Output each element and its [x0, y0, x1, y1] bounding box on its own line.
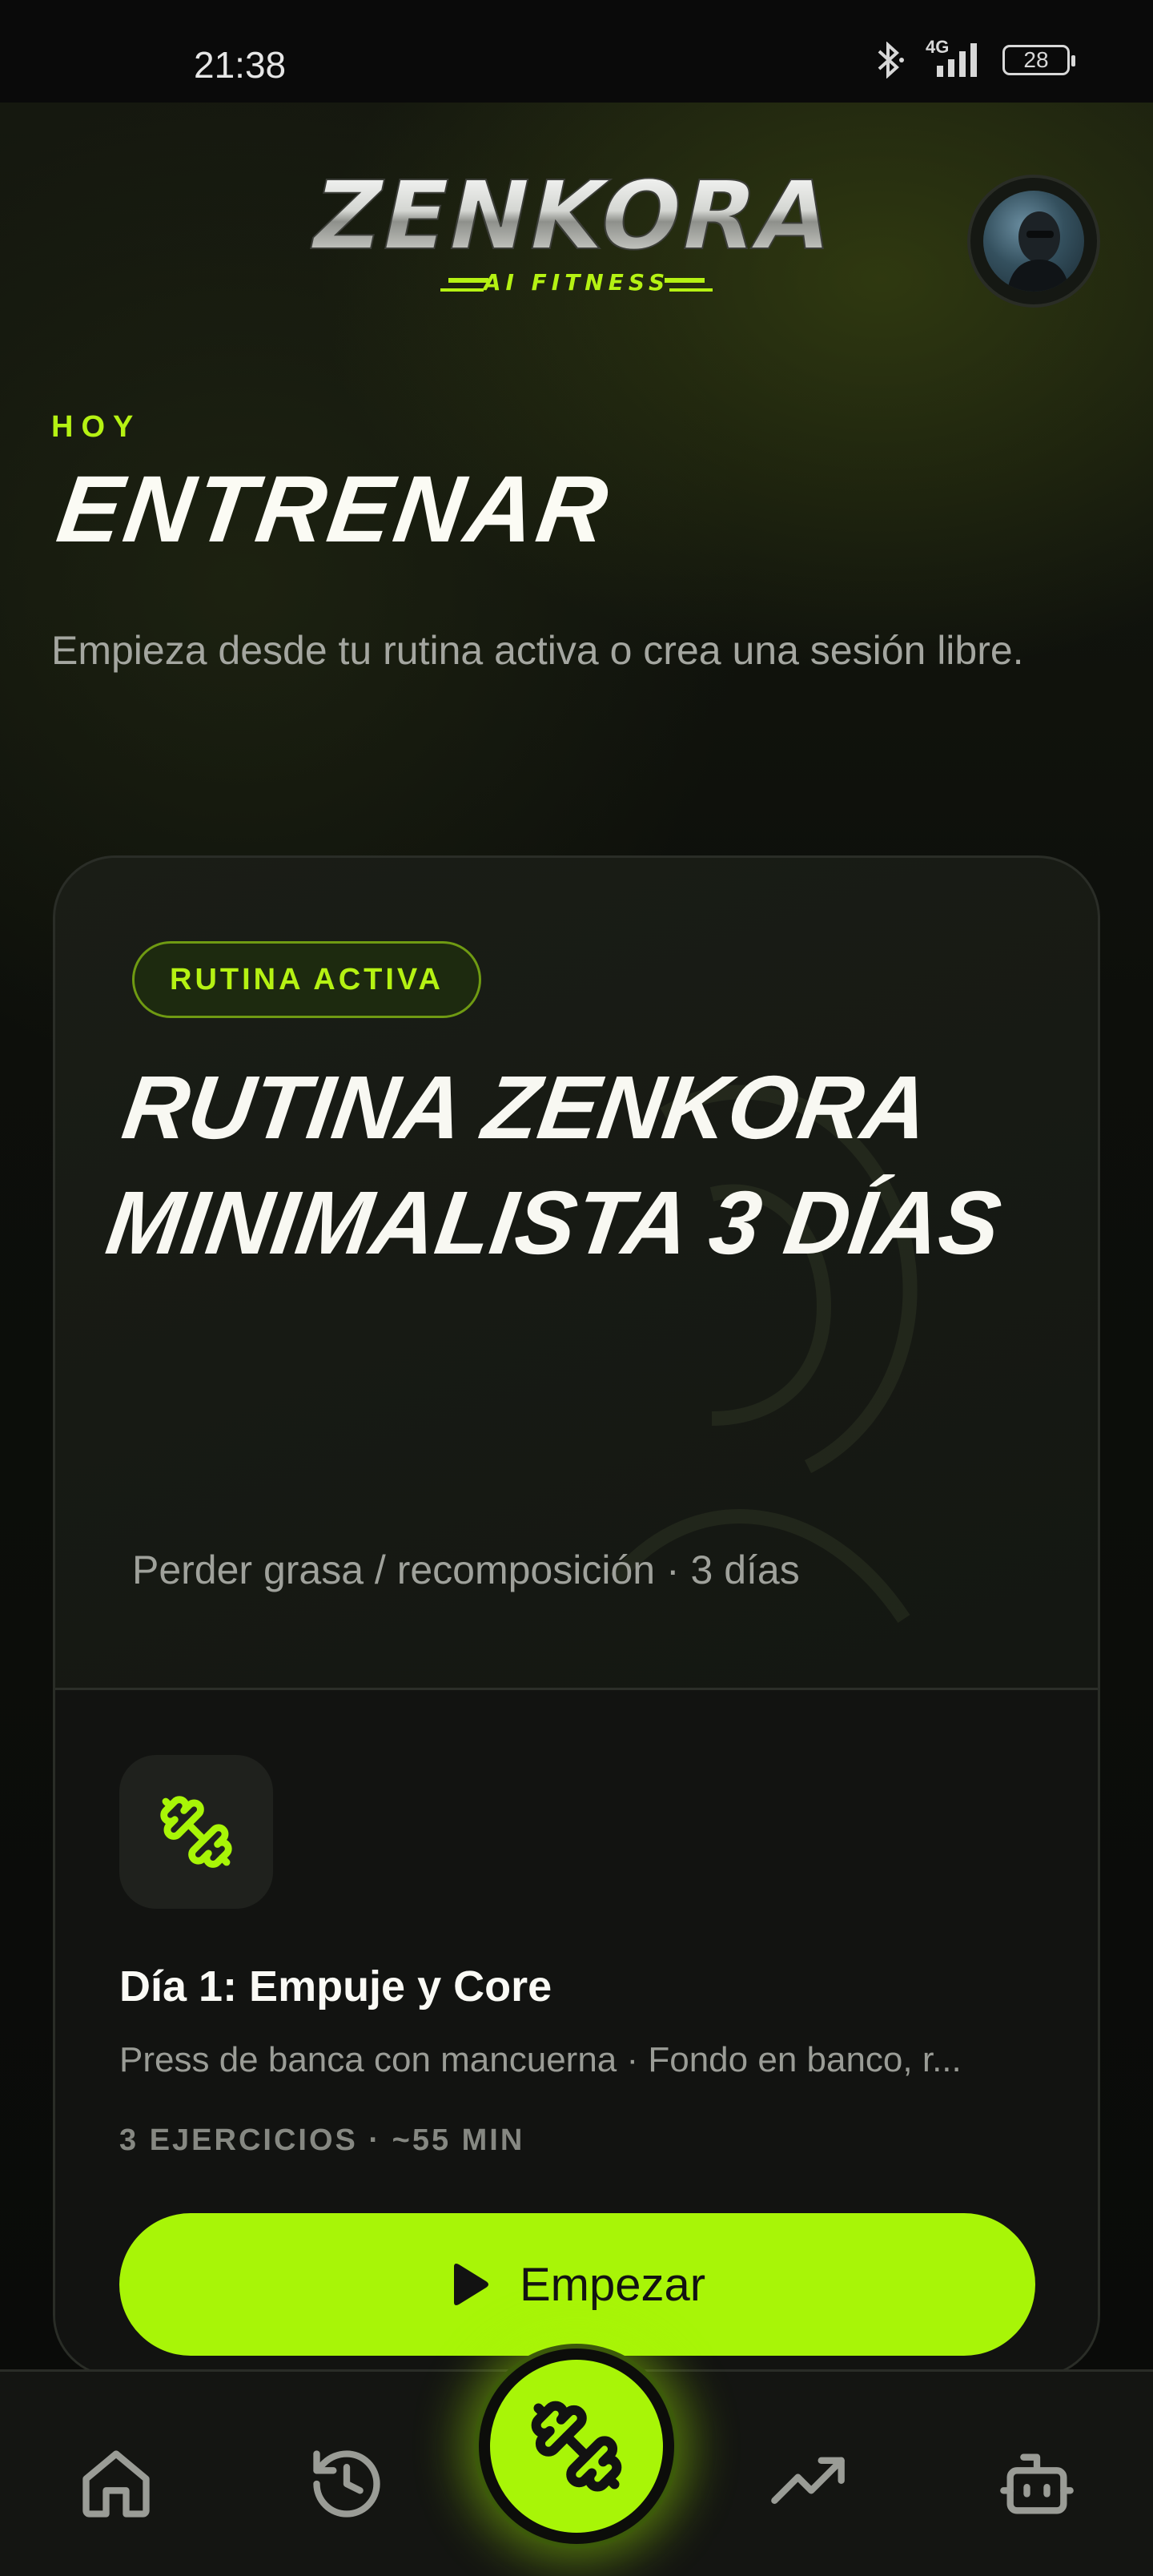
day-summary: 3 EJERCICIOS · ~55 MIN [119, 2123, 525, 2157]
nav-history[interactable] [303, 2440, 391, 2528]
play-icon [453, 2264, 488, 2305]
day-icon-tile [119, 1755, 273, 1909]
nav-home[interactable] [72, 2440, 160, 2528]
trending-up-icon [771, 2457, 845, 2504]
nav-progress[interactable] [764, 2440, 852, 2528]
nav-train[interactable] [479, 2349, 674, 2544]
routine-hero: RUTINA ACTIVA RUTINA ZENKORA MINIMALISTA… [55, 858, 1098, 1691]
bluetooth-icon [878, 42, 904, 78]
status-bar: 21:38 4G 28 [0, 0, 1153, 103]
logo-subtext: AI FITNESS [482, 269, 669, 296]
robot-icon [1000, 2453, 1074, 2514]
day-exercises: Press de banca con mancuerna · Fondo en … [119, 2040, 962, 2079]
active-routine-card[interactable]: RUTINA ACTIVA RUTINA ZENKORA MINIMALISTA… [53, 855, 1100, 2377]
start-workout-button[interactable]: Empezar [119, 2213, 1035, 2356]
history-icon [313, 2450, 380, 2518]
profile-avatar[interactable] [967, 175, 1100, 308]
battery-level: 28 [1023, 47, 1049, 72]
day-title: Día 1: Empuje y Core [119, 1962, 552, 2010]
section-eyebrow: HOY [51, 410, 142, 444]
routine-meta: Perder grasa / recomposición · 3 días [132, 1548, 800, 1592]
routine-title: RUTINA ZENKORA MINIMALISTA 3 DÍAS [100, 1057, 1007, 1273]
signal-icon: 4G [926, 37, 982, 78]
dumbbell-icon [160, 1796, 232, 1868]
page-subtitle: Empieza desde tu rutina activa o crea un… [51, 628, 1024, 673]
page-title: ENTRENAR [51, 457, 617, 562]
avatar-photo [983, 191, 1084, 292]
brand-logo: ZENKORA AI FITNESS [296, 160, 857, 312]
battery-icon: 28 [1002, 45, 1075, 75]
logo-wordmark: ZENKORA [302, 161, 844, 271]
nav-ai-coach[interactable] [993, 2440, 1081, 2528]
home-icon [82, 2450, 150, 2518]
dumbbell-icon [531, 2401, 622, 2492]
start-button-label: Empezar [519, 2258, 706, 2311]
active-routine-badge: RUTINA ACTIVA [132, 941, 481, 1018]
status-icons: 4G 28 [873, 37, 1075, 78]
status-time: 21:38 [194, 44, 287, 86]
